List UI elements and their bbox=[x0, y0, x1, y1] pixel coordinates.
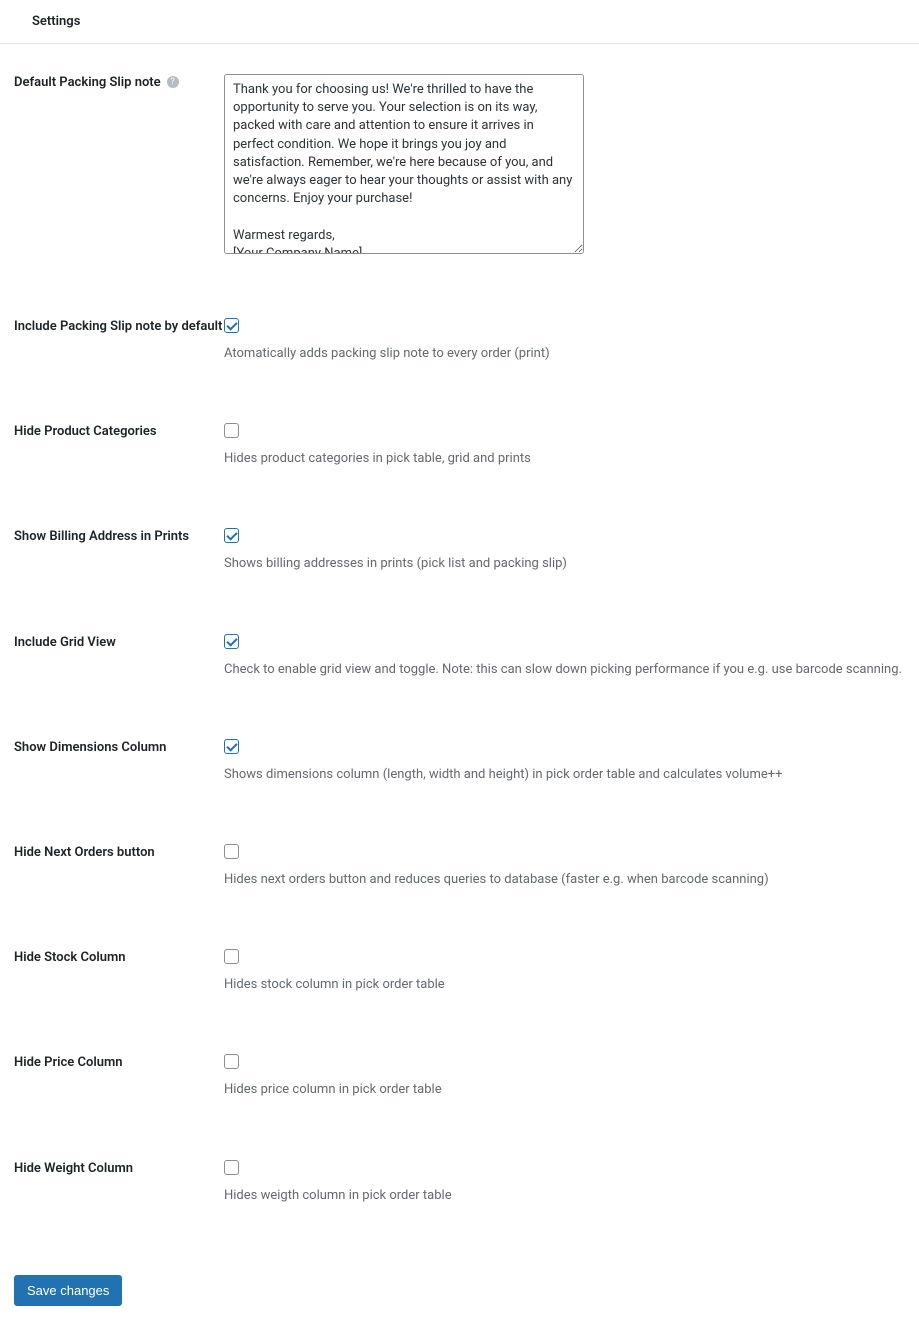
label-col: Hide Price Column bbox=[14, 1054, 224, 1072]
save-row: Save changes bbox=[14, 1265, 905, 1306]
checkbox-hide-price[interactable] bbox=[224, 1054, 239, 1069]
label-hide-stock: Hide Stock Column bbox=[14, 949, 126, 967]
desc-show-billing: Shows billing addresses in prints (pick … bbox=[224, 555, 905, 573]
label-hide-price: Hide Price Column bbox=[14, 1054, 123, 1072]
checkbox-hide-next-orders[interactable] bbox=[224, 844, 239, 859]
desc-hide-categories: Hides product categories in pick table, … bbox=[224, 450, 905, 468]
desc-include-note-default: Atomatically adds packing slip note to e… bbox=[224, 345, 905, 363]
label-col: Hide Weight Column bbox=[14, 1160, 224, 1178]
label-include-note-default: Include Packing Slip note by default bbox=[14, 318, 222, 336]
input-col: Hides product categories in pick table, … bbox=[224, 423, 905, 468]
desc-include-grid: Check to enable grid view and toggle. No… bbox=[224, 661, 905, 679]
page-header: Settings bbox=[0, 0, 919, 44]
checkbox-hide-stock[interactable] bbox=[224, 949, 239, 964]
desc-hide-stock: Hides stock column in pick order table bbox=[224, 976, 905, 994]
input-col: Hides price column in pick order table bbox=[224, 1054, 905, 1099]
help-icon[interactable]: ? bbox=[167, 76, 179, 88]
row-hide-categories: Hide Product Categories Hides product ca… bbox=[14, 423, 905, 468]
label-col: Include Grid View bbox=[14, 634, 224, 652]
checkbox-hide-categories[interactable] bbox=[224, 423, 239, 438]
label-show-dimensions: Show Dimensions Column bbox=[14, 739, 166, 757]
page-title: Settings bbox=[32, 14, 80, 29]
desc-hide-weight: Hides weigth column in pick order table bbox=[224, 1187, 905, 1205]
input-col bbox=[224, 74, 905, 258]
label-col: Include Packing Slip note by default bbox=[14, 318, 224, 336]
label-col: Hide Stock Column bbox=[14, 949, 224, 967]
input-col: Shows billing addresses in prints (pick … bbox=[224, 528, 905, 573]
row-hide-next-orders: Hide Next Orders button Hides next order… bbox=[14, 844, 905, 889]
checkbox-include-note-default[interactable] bbox=[224, 318, 239, 333]
checkbox-include-grid[interactable] bbox=[224, 634, 239, 649]
input-col: Hides weigth column in pick order table bbox=[224, 1160, 905, 1205]
desc-hide-price: Hides price column in pick order table bbox=[224, 1081, 905, 1099]
label-col: Show Dimensions Column bbox=[14, 739, 224, 757]
input-col: Atomatically adds packing slip note to e… bbox=[224, 318, 905, 363]
label-col: Default Packing Slip note ? bbox=[14, 74, 224, 92]
row-show-dimensions: Show Dimensions Column Shows dimensions … bbox=[14, 739, 905, 784]
label-hide-weight: Hide Weight Column bbox=[14, 1160, 133, 1178]
desc-show-dimensions: Shows dimensions column (length, width a… bbox=[224, 766, 905, 784]
label-show-billing: Show Billing Address in Prints bbox=[14, 528, 189, 546]
row-include-note-default: Include Packing Slip note by default Ato… bbox=[14, 318, 905, 363]
row-packing-slip-note: Default Packing Slip note ? bbox=[14, 74, 905, 258]
row-hide-stock: Hide Stock Column Hides stock column in … bbox=[14, 949, 905, 994]
label-hide-next-orders: Hide Next Orders button bbox=[14, 844, 155, 862]
row-hide-weight: Hide Weight Column Hides weigth column i… bbox=[14, 1160, 905, 1205]
save-button[interactable]: Save changes bbox=[14, 1275, 122, 1306]
row-hide-price: Hide Price Column Hides price column in … bbox=[14, 1054, 905, 1099]
settings-form: Default Packing Slip note ? Include Pack… bbox=[0, 44, 919, 1326]
input-col: Hides stock column in pick order table bbox=[224, 949, 905, 994]
checkbox-show-billing[interactable] bbox=[224, 528, 239, 543]
checkbox-hide-weight[interactable] bbox=[224, 1160, 239, 1175]
input-col: Shows dimensions column (length, width a… bbox=[224, 739, 905, 784]
checkbox-show-dimensions[interactable] bbox=[224, 739, 239, 754]
row-show-billing: Show Billing Address in Prints Shows bil… bbox=[14, 528, 905, 573]
label-col: Show Billing Address in Prints bbox=[14, 528, 224, 546]
input-col: Hides next orders button and reduces que… bbox=[224, 844, 905, 889]
textarea-packing-slip-note[interactable] bbox=[224, 74, 584, 254]
input-col: Check to enable grid view and toggle. No… bbox=[224, 634, 905, 679]
label-include-grid: Include Grid View bbox=[14, 634, 116, 652]
label-col: Hide Next Orders button bbox=[14, 844, 224, 862]
row-include-grid: Include Grid View Check to enable grid v… bbox=[14, 634, 905, 679]
desc-hide-next-orders: Hides next orders button and reduces que… bbox=[224, 871, 905, 889]
label-hide-categories: Hide Product Categories bbox=[14, 423, 157, 441]
label-packing-slip-note: Default Packing Slip note bbox=[14, 74, 161, 92]
label-col: Hide Product Categories bbox=[14, 423, 224, 441]
